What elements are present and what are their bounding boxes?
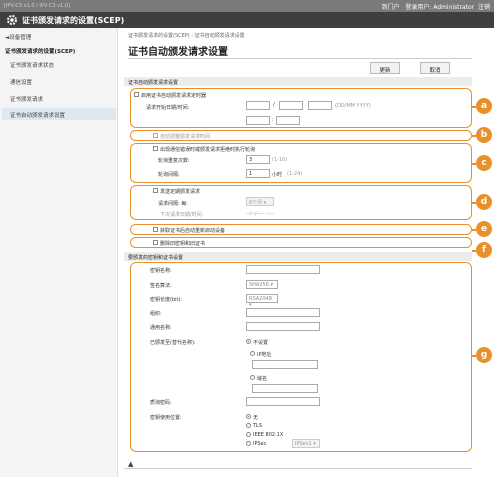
interval-input[interactable]: 1 (246, 169, 270, 178)
callout-badge-a: a (476, 98, 492, 114)
sidebar-item-auto-request[interactable]: 证书自动颁发请求设置 (2, 108, 116, 120)
device-info: [IPV-C3 v1.0 / IPV-C3 v1.0] (4, 3, 70, 9)
usage-none-label: 无 (253, 415, 259, 421)
san-ip-label: IP地址 (257, 352, 272, 358)
delete-old-checkbox[interactable] (153, 240, 158, 245)
ipsec-select[interactable]: IPSec1 ▾ (292, 439, 320, 448)
start-minute-input[interactable] (276, 116, 300, 125)
retry-count-input[interactable]: 3 (246, 155, 270, 164)
request-period-label: 请求间隔: 每: (158, 201, 188, 207)
polling-checkbox[interactable] (153, 146, 158, 151)
usage-tls-label: TLS (253, 423, 263, 429)
usage-none-radio[interactable] (246, 414, 251, 419)
interval-label: 轮询间隔: (158, 172, 180, 178)
breadcrumb: 证书颁发请求的设置(SCEP) : 证书自动颁发请求设置 (128, 33, 245, 39)
enable-timer-checkbox[interactable] (134, 92, 139, 97)
san-domain-radio[interactable] (250, 375, 255, 380)
san-label: 已颁发至(替代名称): (150, 340, 196, 346)
challenge-password-input[interactable] (246, 397, 320, 406)
usage-tls-radio[interactable] (246, 423, 251, 428)
key-length-select[interactable]: RSA2048 ▾ (246, 294, 278, 308)
gear-icon (7, 15, 17, 25)
retry-range: (1-10) (272, 157, 288, 163)
header-title: 证书颁发请求的设置(SCEP) (22, 16, 125, 25)
enable-timer-label: 启用证书自动颁发请求定时器 (141, 93, 207, 99)
sig-algorithm-label: 签名算法: (150, 283, 172, 289)
san-none-label: 不设置 (253, 340, 269, 346)
callout-g (130, 262, 472, 452)
callout-badge-f: f (476, 242, 492, 258)
usage-ieee-label: IEEE 802.1X (253, 432, 284, 438)
common-name-input[interactable] (246, 322, 320, 331)
next-request-label: 下次请求日期/时间: (160, 212, 204, 218)
start-day-input[interactable] (246, 101, 270, 110)
callout-badge-g: g (476, 347, 492, 363)
login-user: 登录用户: Administrator (405, 4, 475, 11)
key-name-label: 密钥名称: (150, 268, 172, 274)
san-none-radio[interactable] (246, 339, 251, 344)
sidebar: ◄设备管理 证书颁发请求的设置(SCEP) 证书颁发请求状态 通信设置 证书颁发… (0, 28, 118, 477)
delete-old-label: 删除旧密钥和旧证书 (160, 241, 206, 247)
callout-badge-d: d (476, 194, 492, 210)
date-slash: / (273, 102, 275, 108)
callout-badge-e: e (476, 221, 492, 237)
footer-divider (124, 468, 472, 469)
organization-label: 组织: (150, 311, 162, 317)
common-name-label: 通用名称: (150, 325, 172, 331)
sig-algorithm-select[interactable]: SHA256 ▾ (246, 280, 278, 289)
sidebar-section-title: 证书颁发请求的设置(SCEP) (5, 49, 76, 55)
time-colon: : (272, 117, 274, 123)
logout-link[interactable]: 注销 (478, 4, 490, 11)
key-name-input[interactable] (246, 265, 320, 274)
interval-range: (1-24) (287, 171, 303, 177)
top-bar: [IPV-C3 v1.0 / IPV-C3 v1.0] 到门户 登录用户: Ad… (0, 0, 494, 12)
section-key-settings-title: 要颁发的密钥和证书设置 (124, 252, 472, 261)
request-start-label: 请求开始日期/时间: (146, 105, 190, 111)
top-arrow-icon[interactable]: ▲ (128, 460, 133, 468)
cancel-button[interactable]: 取消 (420, 62, 450, 74)
update-button[interactable]: 更新 (370, 62, 400, 74)
divider (128, 58, 472, 59)
usage-ipsec-label: IPSec (253, 441, 267, 447)
challenge-password-label: 质询密码: (150, 400, 172, 406)
callout-badge-c: c (476, 155, 492, 171)
auto-restart-label: 获取证书后自动重新启动设备 (160, 228, 226, 234)
periodic-request-label: 发送定期颁发请求 (160, 189, 201, 195)
callout-badge-b: b (476, 127, 492, 143)
usage-ieee-radio[interactable] (246, 432, 251, 437)
san-ip-radio[interactable] (250, 351, 255, 356)
user-links: 到门户 登录用户: Administrator 注销 (382, 2, 490, 11)
organization-input[interactable] (246, 308, 320, 317)
start-hour-input[interactable] (246, 116, 270, 125)
san-ip-input[interactable] (252, 360, 318, 369)
request-period-select[interactable]: 6个月 ▾ (246, 197, 274, 206)
key-length-label: 密钥长度(bit): (150, 297, 183, 303)
sidebar-item-request[interactable]: 证书颁发请求 (10, 95, 43, 103)
app-header: 证书颁发请求的设置(SCEP) (0, 12, 494, 28)
auto-adjust-checkbox[interactable] (153, 133, 158, 138)
back-to-device-management[interactable]: ◄设备管理 (5, 33, 31, 41)
next-request-value: --/--/---- --:-- (246, 211, 275, 217)
section-auto-request-title: 证书自动颁发请求设置 (124, 77, 472, 86)
portal-link[interactable]: 到门户 (382, 4, 400, 11)
periodic-request-checkbox[interactable] (153, 188, 158, 193)
key-usage-label: 密钥使用位置: (150, 415, 182, 421)
san-domain-label: 域名 (257, 376, 268, 382)
san-domain-input[interactable] (252, 384, 318, 393)
interval-unit: 小时 (272, 172, 283, 178)
start-month-input[interactable] (279, 101, 303, 110)
auto-adjust-label: 自动调整颁发请求时间 (160, 134, 211, 140)
page-title: 证书自动颁发请求设置 (128, 47, 228, 58)
sidebar-item-communication[interactable]: 通信设置 (10, 78, 32, 86)
retry-count-label: 轮询重复次数: (158, 158, 190, 164)
polling-label: 出现通信错误时或颁发请求拒绝时执行轮询 (160, 147, 256, 153)
auto-restart-checkbox[interactable] (153, 227, 158, 232)
start-year-input[interactable] (308, 101, 332, 110)
usage-ipsec-radio[interactable] (246, 441, 251, 446)
sidebar-item-status[interactable]: 证书颁发请求状态 (10, 61, 54, 69)
date-format-hint: (DD/MM YYYY) (335, 103, 371, 109)
